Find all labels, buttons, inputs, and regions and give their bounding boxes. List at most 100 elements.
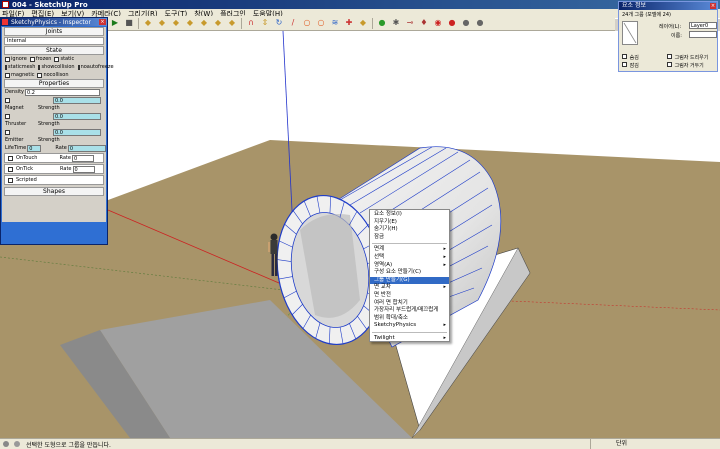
gear-icon[interactable]: ✱ bbox=[390, 17, 402, 29]
ontick-label: OnTick bbox=[16, 166, 34, 172]
cube-icon[interactable]: ◆ bbox=[156, 17, 168, 29]
context-menu-item[interactable]: 요소 정보(I) bbox=[370, 211, 449, 219]
material-swatch[interactable] bbox=[622, 21, 638, 45]
context-menu-item[interactable]: 숨기기(H) bbox=[370, 226, 449, 234]
model-viewport[interactable] bbox=[0, 31, 720, 438]
cube-icon[interactable]: ◆ bbox=[142, 17, 154, 29]
thruster-checkbox[interactable] bbox=[5, 113, 10, 119]
cube-icon[interactable]: ◆ bbox=[198, 17, 210, 29]
rotate-icon[interactable]: ↻ bbox=[273, 17, 285, 29]
magnet-checkbox[interactable] bbox=[5, 97, 10, 103]
play-icon[interactable]: ▶ bbox=[109, 17, 121, 29]
state-label-showcollision: showcollision bbox=[41, 64, 75, 70]
status-bar: 선택한 도형으로 그룹을 만듭니다. 단위 bbox=[0, 438, 720, 449]
context-menu-item[interactable]: 잠금 bbox=[370, 234, 449, 242]
hidden-option[interactable]: 숨김 bbox=[622, 54, 639, 61]
emit-rate-input[interactable]: 0 bbox=[67, 144, 106, 152]
physics-panel-body: Joints Internal State ignore frozen static… bbox=[2, 27, 114, 222]
receive-shadows-checkbox[interactable] bbox=[667, 62, 672, 67]
state-checkbox-frozen[interactable] bbox=[29, 56, 35, 62]
hidden-checkbox[interactable] bbox=[622, 54, 627, 59]
context-menu-item[interactable]: 범위 확대/축소 bbox=[370, 315, 449, 323]
circle-icon[interactable]: ○ bbox=[315, 17, 327, 29]
hidden-label: 숨김 bbox=[629, 55, 639, 61]
green-gem-icon[interactable]: ● bbox=[376, 17, 388, 29]
context-menu-item[interactable]: Twilight ▸ bbox=[370, 335, 449, 343]
cube-icon[interactable]: ◆ bbox=[170, 17, 182, 29]
emitter-strength-label: Strength bbox=[38, 137, 60, 143]
ontouch-rate-input[interactable]: 0 bbox=[71, 154, 94, 162]
cube-icon[interactable]: ◆ bbox=[212, 17, 224, 29]
emitter-strength-input[interactable]: 0.0 bbox=[53, 128, 101, 136]
thruster-label-row: Thruster Strength bbox=[2, 120, 106, 128]
shapes-section-header[interactable]: Shapes bbox=[4, 187, 104, 196]
ontick-box: OnTick Rate 0 bbox=[4, 164, 104, 174]
status-help-icon bbox=[14, 441, 20, 447]
context-menu-item[interactable]: 면 반전 bbox=[370, 292, 449, 300]
emitter-label: Emitter bbox=[5, 137, 24, 143]
state-checkbox-noautofreeze[interactable] bbox=[77, 64, 80, 70]
cube-icon[interactable]: ◆ bbox=[184, 17, 196, 29]
density-input[interactable]: 0.2 bbox=[25, 88, 101, 96]
cast-shadows-option[interactable]: 그림자 드리우기 bbox=[667, 54, 708, 61]
magnet-strength-input[interactable]: 0.0 bbox=[53, 96, 101, 104]
cube-icon[interactable]: ◆ bbox=[226, 17, 238, 29]
state-checkbox-magnetic[interactable] bbox=[5, 72, 10, 78]
state-checkbox-ignore[interactable] bbox=[5, 56, 10, 62]
layer-select[interactable]: Layer0 bbox=[689, 22, 717, 29]
emitter-label-row: Emitter Strength bbox=[2, 136, 106, 144]
pin-icon[interactable]: ⊸ bbox=[404, 17, 416, 29]
stop-icon[interactable]: ■ bbox=[123, 17, 135, 29]
context-menu-item[interactable]: SketchyPhysics ▸ bbox=[370, 322, 449, 330]
scripted-checkbox[interactable] bbox=[8, 177, 13, 183]
red-record-icon[interactable]: ◉ bbox=[432, 17, 444, 29]
joints-field[interactable]: Internal bbox=[4, 37, 104, 45]
line-icon[interactable]: / bbox=[287, 17, 299, 29]
context-menu-item[interactable]: 면 교차 ▸ bbox=[370, 284, 449, 292]
cube-icon[interactable]: ◆ bbox=[357, 17, 369, 29]
paint-icon[interactable]: ♦ bbox=[418, 17, 430, 29]
thruster-strength-input[interactable]: 0.0 bbox=[53, 112, 101, 120]
context-menu-item[interactable]: 여러 면 합치기 bbox=[370, 300, 449, 308]
context-menu-item[interactable]: 가장자리 부드럽게/매끄럽게 bbox=[370, 307, 449, 315]
locked-option[interactable]: 잠김 bbox=[622, 62, 639, 69]
cast-shadows-checkbox[interactable] bbox=[667, 54, 672, 59]
name-input[interactable] bbox=[689, 31, 717, 38]
sphere-icon[interactable]: ● bbox=[474, 17, 486, 29]
context-menu-item[interactable]: 면계 ▸ bbox=[370, 246, 449, 254]
emit-rate-label: Rate bbox=[55, 145, 67, 151]
emitter-checkbox[interactable] bbox=[5, 129, 10, 135]
spring-icon[interactable]: ≋ bbox=[329, 17, 341, 29]
receive-shadows-option[interactable]: 그림자 거두기 bbox=[667, 62, 704, 69]
ontouch-checkbox[interactable] bbox=[8, 155, 13, 161]
push-pull-icon[interactable]: ⇕ bbox=[259, 17, 271, 29]
lifetime-input[interactable]: 0 bbox=[27, 144, 42, 152]
locked-checkbox[interactable] bbox=[622, 62, 627, 67]
magnet-icon[interactable]: ∩ bbox=[245, 17, 257, 29]
ontick-row: OnTick Rate 0 bbox=[5, 165, 103, 173]
thruster-value-row: 0.0 bbox=[2, 112, 106, 120]
toolbar-separator bbox=[241, 17, 242, 29]
state-checkbox-showcollision[interactable] bbox=[38, 64, 41, 70]
red-dot-icon[interactable]: ● bbox=[446, 17, 458, 29]
context-menu-item[interactable]: 구성 요소 만들기(C) bbox=[370, 269, 449, 277]
state-label-static: static bbox=[60, 56, 75, 62]
entity-panel-close-icon[interactable]: × bbox=[710, 3, 716, 9]
physics-panel-close-icon[interactable]: × bbox=[99, 19, 106, 25]
joint-icon[interactable]: ✚ bbox=[343, 17, 355, 29]
ontick-rate-input[interactable]: 0 bbox=[72, 165, 95, 173]
scripted-row: Scripted bbox=[5, 176, 103, 184]
properties-section-header: Properties bbox=[4, 79, 104, 88]
state-label-noautofreeze: noautofreeze bbox=[80, 64, 114, 70]
emitter-value-row: 0.0 bbox=[2, 128, 106, 136]
state-checkbox-staticmesh[interactable] bbox=[5, 64, 7, 70]
state-checkbox-static[interactable] bbox=[54, 56, 60, 62]
ontouch-rate-label: Rate bbox=[59, 155, 71, 161]
ontick-checkbox[interactable] bbox=[8, 166, 13, 172]
context-menu-item[interactable]: 선택 ▸ bbox=[370, 254, 449, 262]
physics-inspector-panel: SketchyPhysics - Inspector × Joints Inte… bbox=[0, 17, 114, 245]
state-checkbox-nocollison[interactable] bbox=[37, 72, 43, 78]
circle-icon[interactable]: ○ bbox=[301, 17, 313, 29]
scene-canvas[interactable] bbox=[0, 31, 720, 438]
sphere-icon[interactable]: ● bbox=[460, 17, 472, 29]
